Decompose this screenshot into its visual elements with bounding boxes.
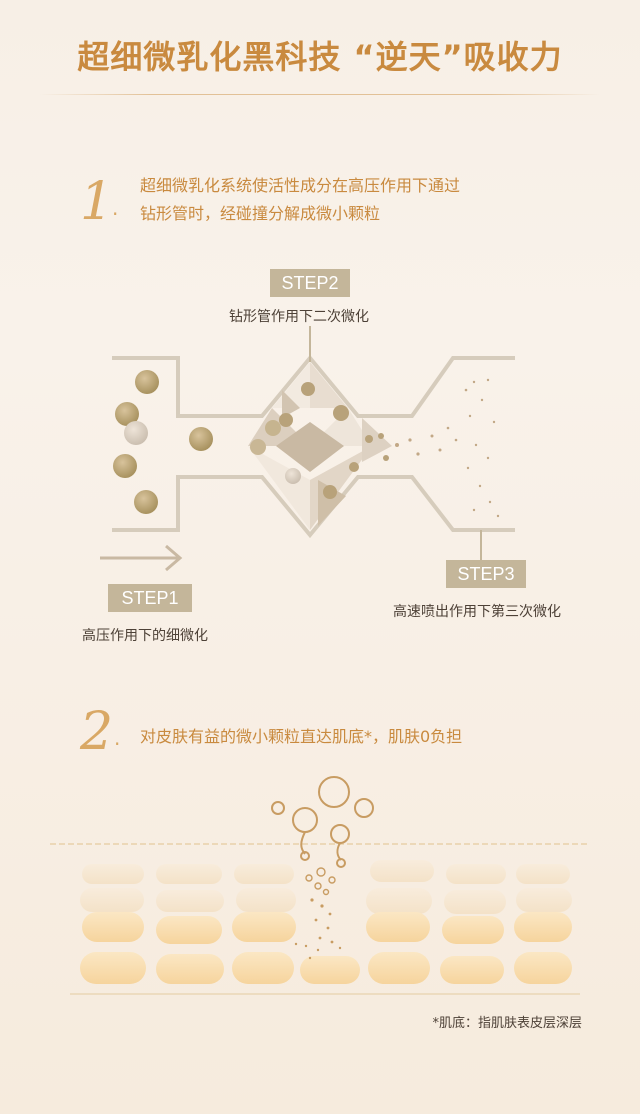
step2-description: 钻形管作用下二次微化: [229, 309, 369, 325]
penetrating-particles: [305, 867, 336, 896]
step1-badge: STEP1: [108, 584, 192, 612]
particles-large: [113, 370, 213, 514]
title-divider: [40, 94, 600, 95]
section-number-2: 2: [80, 702, 114, 762]
skin-layer-illustration: [50, 776, 590, 995]
section-number-2-dot: .: [114, 726, 121, 750]
skin-cells: [80, 860, 572, 984]
micro-emulsion-diagram: [100, 326, 515, 572]
footnote: *肌底：指肌肤表皮层深层: [432, 1016, 582, 1031]
step2-badge: STEP2: [270, 269, 350, 297]
section-number-1-dot: .: [112, 196, 119, 220]
particles-small: [395, 378, 500, 518]
section-1-text-line2: 钻形管时，经碰撞分解成微小颗粒: [140, 204, 381, 223]
step3-description: 高速喷出作用下第三次微化: [393, 604, 561, 620]
step3-badge: STEP3: [446, 560, 526, 588]
section-number-1: 1: [80, 172, 114, 232]
step1-description: 高压作用下的细微化: [82, 628, 208, 644]
penetrating-dots: [294, 898, 342, 960]
page-title: 超细微乳化黑科技 “逆天”吸收力: [77, 38, 563, 76]
section-1-text-line1: 超细微乳化系统使活性成分在高压作用下通过: [140, 176, 461, 195]
arrow-right-icon: [100, 544, 183, 572]
diamond-chamber: [248, 362, 392, 530]
absorption-bubbles: [271, 776, 374, 868]
section-2-text: 对皮肤有益的微小颗粒直达肌底*，肌肤0负担: [140, 727, 463, 746]
